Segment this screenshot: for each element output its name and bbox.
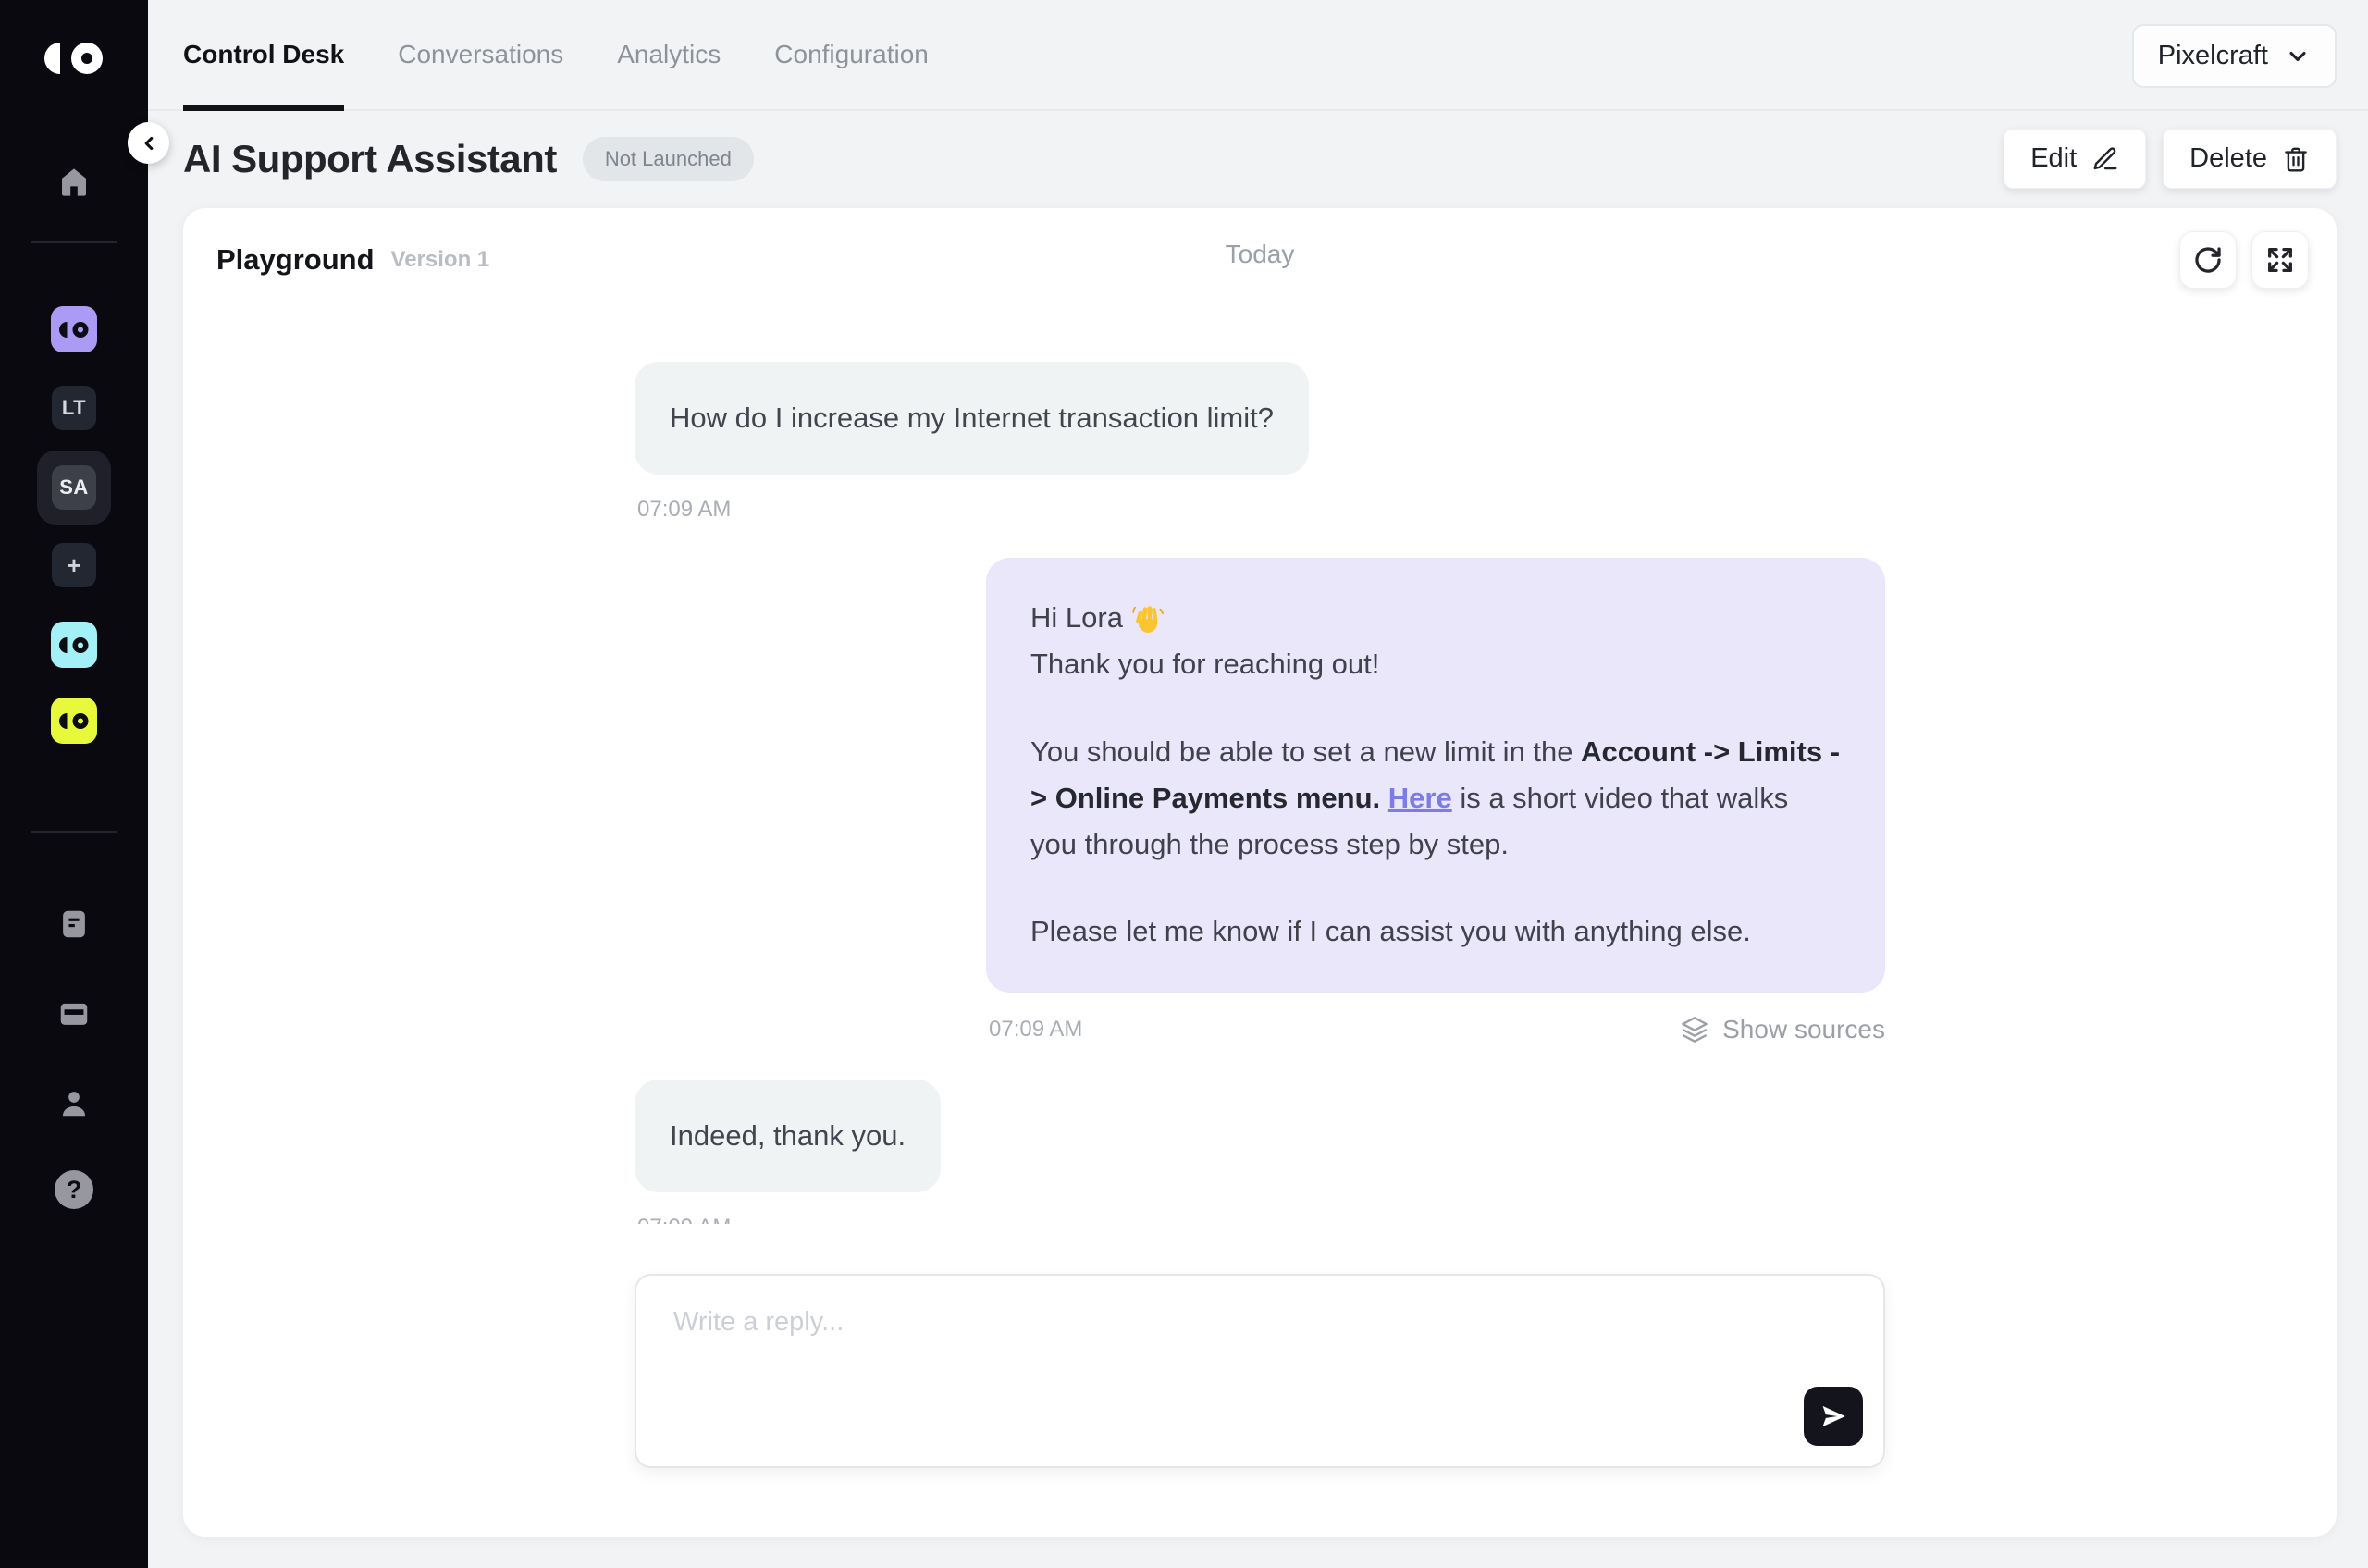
workspace-avatar-lt[interactable]: LT [52,386,96,430]
credit-card-icon [56,996,92,1031]
message-meta: 07:09 AM [635,1215,941,1224]
sidebar-profile-button[interactable] [56,1086,92,1124]
reply-input[interactable] [636,1276,1883,1466]
date-separator: Today [1226,240,1295,269]
sidebar-notes-button[interactable] [56,907,92,945]
message-list: How do I increase my Internet transactio… [635,288,1885,1224]
tab-analytics[interactable]: Analytics [617,0,721,109]
user-message: Indeed, thank you. 07:09 AM [635,1080,941,1224]
workspace-avatar-sa-selected[interactable]: SA [52,465,96,510]
sidebar-collapse-button[interactable] [128,122,169,164]
help-button[interactable]: ? [55,1170,93,1209]
chevron-down-icon [2285,43,2311,69]
page-header: AI Support Assistant Not Launched Edit D… [148,111,2368,206]
header-actions: Edit Delete [2004,129,2337,189]
playground-header: Playground Version 1 Today [183,208,2337,288]
edit-button[interactable]: Edit [2004,129,2146,189]
message-timestamp: 07:09 AM [637,1215,731,1224]
message-meta: 07:09 AM Show sources [986,1015,1885,1044]
workspace-switcher-label: Pixelcraft [2158,41,2268,71]
layers-icon [1680,1015,1709,1044]
user-message: How do I increase my Internet transactio… [635,362,1309,523]
message-timestamp: 07:09 AM [637,497,731,523]
page-title: AI Support Assistant [183,137,557,181]
workspace-avatar-yellow[interactable] [51,698,97,744]
question-mark-icon: ? [67,1176,82,1204]
show-sources-button[interactable]: Show sources [1680,1015,1885,1044]
user-message-bubble: Indeed, thank you. [635,1080,941,1192]
brand-logo-icon [44,43,104,74]
chevron-left-icon [139,133,159,154]
top-navigation: Control Desk Conversations Analytics Con… [148,0,2368,111]
app-sidebar: LT SA + ? [0,0,148,1568]
playground-card: Playground Version 1 Today How do I [183,208,2337,1537]
notes-icon [56,907,92,942]
restart-conversation-button[interactable] [2179,231,2237,289]
assistant-message: Hi Lora Thank you for reaching out!You s… [986,558,1885,1043]
delete-button-label: Delete [2189,143,2267,174]
brand-logo-icon [59,322,89,338]
trash-icon [2282,145,2310,173]
workspace-avatar-purple[interactable] [51,306,97,352]
here-link[interactable]: Here [1388,782,1452,814]
sidebar-billing-button[interactable] [56,996,92,1034]
chat-scroll-area[interactable]: How do I increase my Internet transactio… [183,288,2337,1224]
brand-logo-icon [59,713,89,729]
edit-button-label: Edit [2030,143,2077,174]
playground-version: Version 1 [391,247,490,273]
main-area: Control Desk Conversations Analytics Con… [148,0,2368,1568]
message-timestamp: 07:09 AM [989,1017,1082,1043]
sidebar-divider-top [31,241,117,243]
pencil-icon [2091,145,2119,173]
expand-icon [2264,244,2296,276]
sidebar-divider-bottom [31,831,117,833]
tab-configuration[interactable]: Configuration [774,0,929,109]
sidebar-home-button[interactable] [56,165,92,203]
refresh-icon [2192,244,2224,276]
tab-control-desk[interactable]: Control Desk [183,0,344,109]
brand-logo-icon [59,637,89,653]
workspace-switcher-button[interactable]: Pixelcraft [2132,24,2337,88]
reply-composer [635,1274,1885,1468]
workspace-avatar-cyan[interactable] [51,622,97,668]
show-sources-label: Show sources [1722,1015,1885,1044]
workspace-list: LT SA + [37,306,111,744]
home-icon [56,165,92,200]
person-icon [56,1086,92,1121]
add-workspace-button[interactable]: + [52,543,96,587]
playground-title: Playground [216,243,375,277]
assistant-message-bubble: Hi Lora Thank you for reaching out!You s… [986,558,1885,992]
delete-button[interactable]: Delete [2163,129,2337,189]
tab-conversations[interactable]: Conversations [398,0,563,109]
send-button[interactable] [1804,1387,1863,1446]
send-icon [1819,1401,1848,1431]
fullscreen-button[interactable] [2251,231,2309,289]
wave-emoji [1131,601,1165,634]
message-meta: 07:09 AM [635,497,1309,523]
playground-header-actions [2179,231,2309,289]
user-message-bubble: How do I increase my Internet transactio… [635,362,1309,475]
status-badge: Not Launched [583,137,754,181]
workspace-selected-ring: SA [37,451,111,525]
